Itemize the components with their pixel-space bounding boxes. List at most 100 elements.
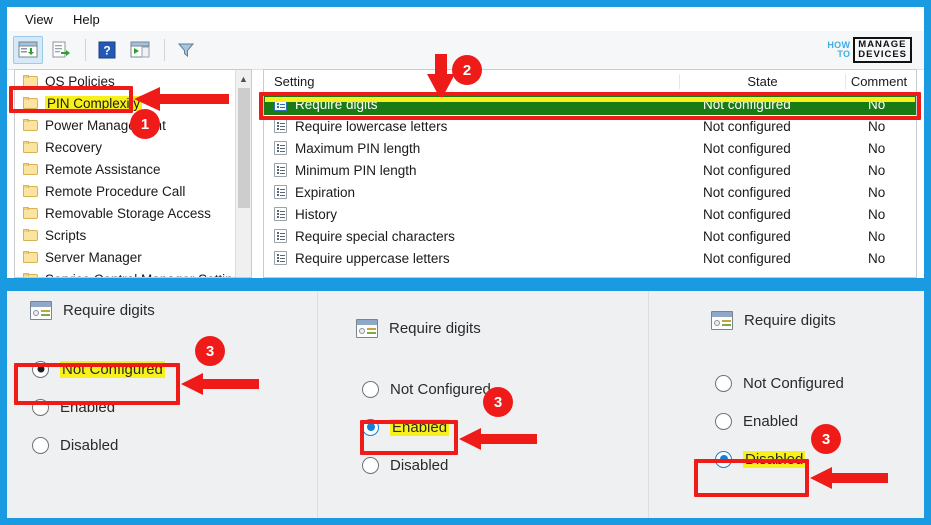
folder-icon	[23, 119, 38, 131]
brand-logo: HOW TO MANAGE DEVICES	[827, 37, 912, 63]
dialog-title-label: Require digits	[744, 312, 836, 329]
annotation-badge-3b: 3	[483, 387, 513, 417]
tree-item-server-manager[interactable]: Server Manager	[15, 246, 235, 268]
group-policy-setting-icon	[356, 319, 378, 338]
radio-not-configured-3[interactable]: Not Configured	[715, 364, 917, 402]
tree-item-removable-storage-access[interactable]: Removable Storage Access	[15, 202, 235, 224]
dialog-title-label: Require digits	[389, 320, 481, 337]
settings-row-state: Not configured	[703, 118, 791, 134]
settings-row-state: Not configured	[703, 206, 791, 222]
radio-button-icon[interactable]	[32, 436, 49, 454]
annotation-badge-2: 2	[452, 55, 482, 85]
tree-item-scripts[interactable]: Scripts	[15, 224, 235, 246]
annotation-arrow-enabled	[459, 428, 537, 450]
menu-item-view[interactable]: View	[15, 10, 63, 29]
radio-disabled-1[interactable]: Disabled	[32, 426, 317, 464]
radio-label: Enabled	[743, 412, 799, 430]
logo-devices: DEVICES	[858, 49, 907, 60]
settings-row-comment: No	[868, 118, 886, 134]
settings-row-state: Not configured	[703, 250, 791, 266]
export-list-icon[interactable]	[46, 36, 76, 64]
settings-row-state: Not configured	[703, 184, 791, 200]
group-policy-setting-icon	[711, 311, 733, 330]
folder-icon	[23, 163, 38, 175]
tree-item-label: Remote Assistance	[45, 161, 161, 177]
settings-row-comment: No	[868, 184, 886, 200]
tree-item-recovery[interactable]: Recovery	[15, 136, 235, 158]
annotation-badge-3a: 3	[195, 336, 225, 366]
policy-setting-icon	[274, 119, 287, 133]
radio-button-icon[interactable]	[362, 380, 379, 398]
radio-label: Not Configured	[743, 374, 844, 392]
radio-button-icon[interactable]	[362, 456, 379, 474]
settings-row-history[interactable]: History Not configured No	[264, 203, 916, 225]
settings-row-state: Not configured	[703, 140, 791, 156]
scroll-up-icon[interactable]: ▲	[236, 70, 251, 87]
settings-row-require-special-characters[interactable]: Require special characters Not configure…	[264, 225, 916, 247]
radio-label: Disabled	[390, 456, 449, 474]
tree-item-remote-assistance[interactable]: Remote Assistance	[15, 158, 235, 180]
logo-to: TO	[837, 49, 851, 59]
tree-item-label: Recovery	[45, 139, 103, 155]
folder-icon	[23, 251, 38, 263]
radio-label: Not Configured	[390, 380, 491, 398]
annotation-box-disabled	[694, 459, 809, 497]
radio-label: Disabled	[60, 436, 119, 454]
settings-row-label: Require lowercase letters	[295, 118, 448, 134]
section-divider	[0, 278, 931, 291]
show-contents-glyph	[18, 41, 38, 58]
annotation-arrow-not-configured	[181, 373, 259, 395]
help-icon[interactable]: ?	[92, 36, 122, 64]
policy-setting-icon	[274, 163, 287, 177]
column-header-comment[interactable]: Comment	[845, 73, 916, 89]
settings-row-label: Require special characters	[295, 228, 455, 244]
policy-setting-icon	[274, 141, 287, 155]
show-contents-icon[interactable]	[13, 36, 43, 64]
policy-setting-icon	[274, 229, 287, 243]
folder-icon	[23, 229, 38, 241]
filter-icon[interactable]	[171, 36, 201, 64]
show-console-icon[interactable]	[125, 36, 155, 64]
settings-row-comment: No	[868, 162, 886, 178]
tree-scrollbar[interactable]: ▲	[235, 70, 251, 277]
filter-glyph	[177, 43, 195, 58]
policy-setting-icon	[274, 185, 287, 199]
annotation-badge-1: 1	[130, 109, 160, 139]
settings-row-comment: No	[868, 250, 886, 266]
tree-item-remote-procedure-call[interactable]: Remote Procedure Call	[15, 180, 235, 202]
folder-icon	[23, 185, 38, 197]
tree-item-power-management[interactable]: Power Management	[15, 114, 235, 136]
settings-row-expiration[interactable]: Expiration Not configured No	[264, 181, 916, 203]
menu-item-help[interactable]: Help	[63, 10, 110, 29]
radio-button-icon[interactable]	[715, 374, 732, 392]
logo-howto: HOW TO	[827, 40, 851, 60]
annotation-box-enabled	[360, 420, 458, 455]
policy-setting-icon	[274, 251, 287, 265]
logo-managedevices: MANAGE DEVICES	[853, 37, 912, 63]
settings-list-header: Setting State Comment	[264, 70, 916, 93]
settings-row-comment: No	[868, 206, 886, 222]
settings-row-require-uppercase-letters[interactable]: Require uppercase letters Not configured…	[264, 247, 916, 269]
scrollbar-thumb[interactable]	[238, 88, 250, 208]
settings-row-comment: No	[868, 228, 886, 244]
tree-item-label: Scripts	[45, 227, 87, 243]
group-policy-setting-icon	[30, 301, 52, 320]
svg-text:?: ?	[103, 44, 110, 58]
help-glyph: ?	[98, 41, 116, 59]
settings-row-label: Minimum PIN length	[295, 162, 417, 178]
settings-row-minimum-pin-length[interactable]: Minimum PIN length Not configured No	[264, 159, 916, 181]
annotation-box-not-configured	[14, 363, 180, 405]
radio-button-icon[interactable]	[715, 412, 732, 430]
dialog-title-2: Require digits	[356, 319, 648, 338]
column-header-state[interactable]: State	[679, 73, 845, 89]
settings-row-label: Require uppercase letters	[295, 250, 450, 266]
settings-row-label: Maximum PIN length	[295, 140, 421, 156]
screenshot-root: View Help ? HOW TO MANAGE DEVICES OS Pol…	[0, 0, 931, 525]
settings-row-label: Expiration	[295, 184, 356, 200]
tree-item-service-control-manager-settings[interactable]: Service Control Manager Settings	[15, 268, 247, 277]
policy-setting-icon	[274, 207, 287, 221]
annotation-arrow-disabled	[810, 467, 888, 489]
settings-row-comment: No	[868, 140, 886, 156]
settings-row-state: Not configured	[703, 228, 791, 244]
settings-row-maximum-pin-length[interactable]: Maximum PIN length Not configured No	[264, 137, 916, 159]
